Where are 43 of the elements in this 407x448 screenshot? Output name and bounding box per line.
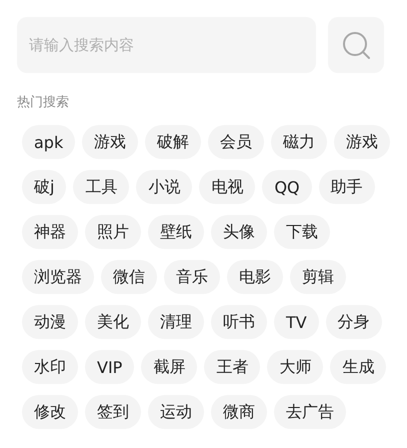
search-tag[interactable]: 照片	[85, 215, 141, 249]
search-tag[interactable]: 浏览器	[22, 260, 94, 294]
search-tag[interactable]: 微信	[101, 260, 157, 294]
search-tag[interactable]: 水印	[22, 350, 78, 384]
search-tag[interactable]: 听书	[211, 305, 267, 339]
search-tag[interactable]: 电视	[199, 170, 256, 204]
search-tag[interactable]: 王者	[204, 350, 260, 384]
search-tag[interactable]: 动漫	[22, 305, 78, 339]
search-tag[interactable]: 会员	[208, 125, 264, 159]
search-tag[interactable]: 去广告	[274, 395, 346, 429]
search-tag[interactable]: 修改	[22, 395, 78, 429]
search-tag[interactable]: 音乐	[164, 260, 220, 294]
search-tag[interactable]: 游戏	[82, 125, 138, 159]
search-tag[interactable]: 下载	[274, 215, 330, 249]
search-tag[interactable]: 分身	[326, 305, 382, 339]
search-tag[interactable]: 壁纸	[148, 215, 204, 249]
search-tag[interactable]: 微商	[211, 395, 267, 429]
search-tag[interactable]: 游戏	[334, 125, 390, 159]
search-tag[interactable]: 签到	[85, 395, 141, 429]
search-tag[interactable]: 助手	[318, 170, 375, 204]
search-tag[interactable]: 神器	[22, 215, 78, 249]
search-button[interactable]	[328, 17, 384, 73]
search-tag[interactable]: VIP	[85, 350, 134, 384]
search-tag[interactable]: 美化	[85, 305, 141, 339]
search-tag[interactable]: 小说	[136, 170, 192, 204]
search-tag[interactable]: apk	[22, 125, 76, 159]
search-icon	[341, 30, 371, 60]
section-title: 热门搜索	[17, 94, 70, 111]
search-field[interactable]: 请输入搜索内容	[17, 17, 316, 73]
search-tag[interactable]: 破j	[22, 170, 66, 204]
search-tag[interactable]: 剪辑	[290, 260, 346, 294]
search-tag[interactable]: 破解	[145, 125, 202, 159]
search-tag[interactable]: TV	[274, 305, 319, 339]
search-tag[interactable]: 清理	[148, 305, 204, 339]
search-tag[interactable]: 头像	[211, 215, 267, 249]
search-tag[interactable]: 生成	[330, 350, 386, 384]
search-tag[interactable]: 磁力	[271, 125, 328, 159]
search-tag[interactable]: 电影	[227, 260, 283, 294]
search-tag[interactable]: 截屏	[141, 350, 198, 384]
search-tag[interactable]: 运动	[148, 395, 204, 429]
search-tag[interactable]: 大师	[267, 350, 324, 384]
search-tag[interactable]: QQ	[262, 170, 312, 204]
search-tag[interactable]: 工具	[73, 170, 130, 204]
